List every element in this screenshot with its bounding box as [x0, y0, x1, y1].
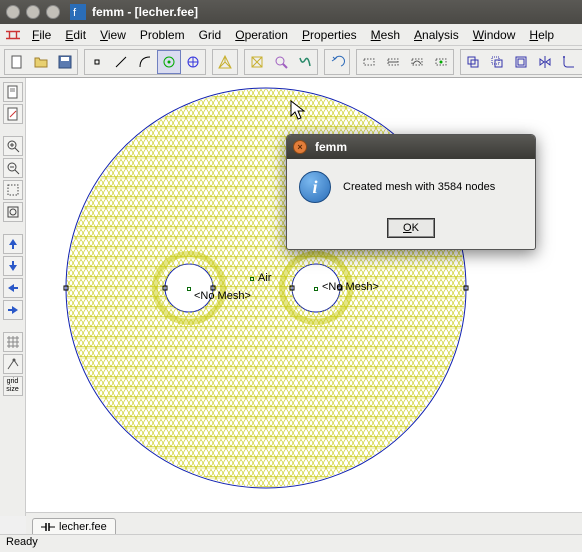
copy-button[interactable] [461, 50, 485, 74]
dialog-message: Created mesh with 3584 nodes [343, 181, 495, 193]
menu-file[interactable]: File [26, 26, 57, 44]
menu-edit[interactable]: Edit [59, 26, 92, 44]
pan-up-button[interactable] [3, 234, 23, 254]
app-icon: f [70, 4, 86, 20]
menu-properties[interactable]: Properties [296, 26, 363, 44]
arc-tool[interactable] [133, 50, 157, 74]
menu-view[interactable]: View [94, 26, 132, 44]
pan-down-button[interactable] [3, 256, 23, 276]
new-button[interactable] [5, 50, 29, 74]
block-label-tool[interactable] [157, 50, 181, 74]
window-minimize-button[interactable] [26, 5, 40, 19]
doc-props-button[interactable] [3, 82, 23, 102]
menubar: File Edit View Problem Grid Operation Pr… [0, 24, 582, 46]
dialog-titlebar[interactable]: × femm [287, 135, 535, 159]
mdi-restore-icon[interactable] [6, 28, 20, 42]
left-toolbar: grid size [0, 78, 26, 516]
run-analysis-button[interactable] [245, 50, 269, 74]
block-marker-air[interactable] [250, 277, 254, 281]
segment-tool[interactable] [109, 50, 133, 74]
window-close-button[interactable] [6, 5, 20, 19]
toolbar: dxf [0, 46, 582, 78]
label-no-mesh-2: <No Mesh> [322, 281, 379, 293]
edit-props-button[interactable] [3, 104, 23, 124]
document-tab[interactable]: lecher.fee [32, 518, 116, 535]
menu-operation[interactable]: Operation [229, 26, 294, 44]
menu-window[interactable]: Window [467, 26, 522, 44]
selrect-3-button[interactable] [405, 50, 429, 74]
view-results-button[interactable] [269, 50, 293, 74]
window-titlebar: f femm - [lecher.fee] [0, 0, 582, 24]
scale-button[interactable] [509, 50, 533, 74]
capacitor-icon [41, 522, 55, 532]
pan-left-button[interactable] [3, 278, 23, 298]
mirror-button[interactable] [533, 50, 557, 74]
menu-help[interactable]: Help [523, 26, 560, 44]
snap-grid-button[interactable] [3, 354, 23, 374]
grid-size-button[interactable]: grid size [3, 376, 23, 396]
info-dialog: × femm i Created mesh with 3584 nodes OK [286, 134, 536, 250]
open-button[interactable] [29, 50, 53, 74]
selrect-4-button[interactable] [429, 50, 453, 74]
save-button[interactable] [53, 50, 77, 74]
label-air: Air [258, 272, 271, 284]
info-icon: i [299, 171, 331, 203]
menu-problem[interactable]: Problem [134, 26, 191, 44]
status-text: Ready [6, 536, 38, 548]
undo-button[interactable] [325, 50, 349, 74]
dialog-close-button[interactable]: × [293, 140, 307, 154]
selrect-2-button[interactable] [381, 50, 405, 74]
block-marker-hole2[interactable] [314, 287, 318, 291]
zoom-extents-button[interactable] [3, 202, 23, 222]
group-tool[interactable] [181, 50, 205, 74]
lua-console-button[interactable] [293, 50, 317, 74]
ok-button[interactable]: OK [388, 219, 434, 237]
zoom-out-button[interactable] [3, 158, 23, 178]
menu-grid[interactable]: Grid [193, 26, 228, 44]
zoom-in-button[interactable] [3, 136, 23, 156]
menu-mesh[interactable]: Mesh [365, 26, 406, 44]
mesh-button[interactable] [213, 50, 237, 74]
selrect-1-button[interactable] [357, 50, 381, 74]
document-tabbar: lecher.fee [26, 512, 582, 534]
block-marker-hole1[interactable] [187, 287, 191, 291]
fillet-button[interactable] [557, 50, 581, 74]
pan-right-button[interactable] [3, 300, 23, 320]
window-maximize-button[interactable] [46, 5, 60, 19]
label-no-mesh-1: <No Mesh> [194, 290, 251, 302]
show-grid-button[interactable] [3, 332, 23, 352]
move-button[interactable] [485, 50, 509, 74]
menu-analysis[interactable]: Analysis [408, 26, 465, 44]
node-tool[interactable] [85, 50, 109, 74]
window-title: femm - [lecher.fee] [92, 5, 198, 19]
document-tab-label: lecher.fee [59, 521, 107, 533]
dialog-title: femm [315, 140, 347, 154]
zoom-window-button[interactable] [3, 180, 23, 200]
statusbar: Ready [0, 534, 582, 552]
